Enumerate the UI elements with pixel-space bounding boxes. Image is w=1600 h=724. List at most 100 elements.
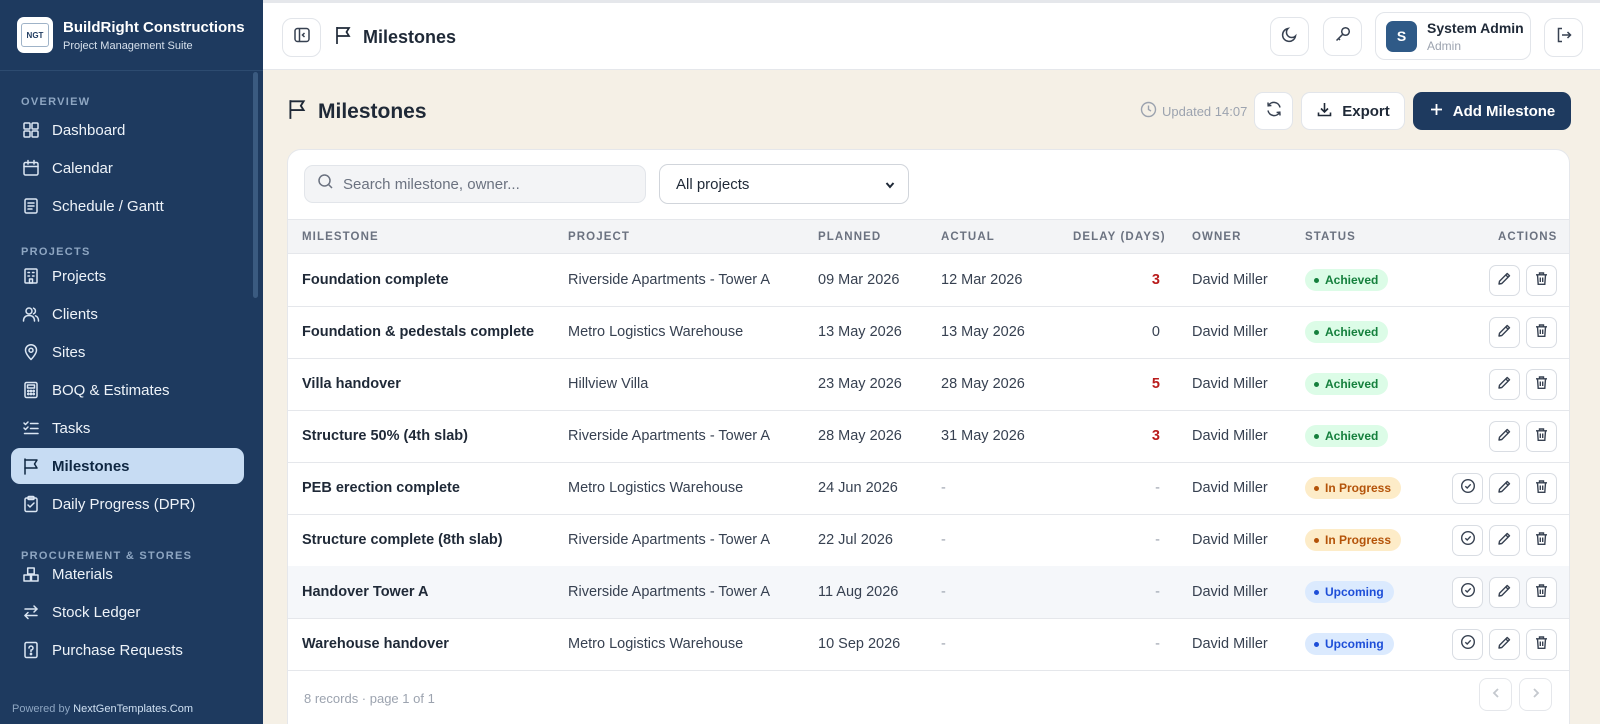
sidebar-item-calendar[interactable]: Calendar [11, 150, 244, 186]
delete-button[interactable] [1526, 317, 1557, 348]
edit-button[interactable] [1489, 473, 1520, 504]
section-label-projects: PROJECTS [21, 246, 91, 258]
mark-achieved-button[interactable] [1452, 577, 1483, 608]
toggle-sidebar-button[interactable] [282, 18, 321, 57]
cell-milestone: PEB erection complete [302, 480, 460, 496]
project-select[interactable]: All projects [659, 164, 909, 204]
sidebar-item-label: Tasks [52, 419, 91, 437]
delete-button[interactable] [1526, 629, 1557, 660]
powered-prefix: Powered by [12, 703, 71, 715]
status-badge-label: In Progress [1325, 481, 1392, 495]
status-badge: Achieved [1305, 269, 1389, 291]
sidebar-item-schedule-gantt[interactable]: Schedule / Gantt [11, 188, 244, 224]
cell-milestone: Structure 50% (4th slab) [302, 428, 468, 444]
refresh-button[interactable] [1254, 92, 1293, 130]
edit-button[interactable] [1489, 577, 1520, 608]
sidebar-item-stock-ledger[interactable]: Stock Ledger [11, 594, 244, 630]
cell-milestone: Villa handover [302, 376, 401, 392]
edit-button[interactable] [1489, 317, 1520, 348]
brand-name: BuildRight Constructions [63, 18, 245, 36]
column-header-owner[interactable]: OWNER [1192, 231, 1242, 243]
table-row[interactable]: Warehouse handover Metro Logistics Wareho… [288, 618, 1569, 671]
check-circle-icon [1460, 582, 1476, 603]
sidebar-item-purchase-requests[interactable]: Purchase Requests [11, 632, 244, 668]
sidebar-item-sites[interactable]: Sites [11, 334, 244, 370]
edit-button[interactable] [1489, 369, 1520, 400]
key-button[interactable] [1323, 17, 1362, 56]
user-name: System Admin [1427, 19, 1524, 36]
pencil-icon [1497, 531, 1512, 551]
table-row[interactable]: Foundation complete Riverside Apartments … [288, 254, 1569, 307]
export-button[interactable]: Export [1301, 92, 1405, 130]
sidebar-item-materials[interactable]: Materials [11, 556, 244, 592]
sidebar-item-daily-progress-dpr[interactable]: Daily Progress (DPR) [11, 486, 244, 522]
column-header-planned[interactable]: PLANNED [818, 231, 881, 243]
table-row[interactable]: PEB erection complete Metro Logistics War… [288, 462, 1569, 515]
cell-delay: 3 [1151, 272, 1160, 288]
column-header-milestone[interactable]: MILESTONE [302, 231, 379, 243]
cell-project: Riverside Apartments - Tower A [568, 428, 771, 444]
sidebar-item-label: Calendar [52, 159, 113, 177]
sidebar-item-projects[interactable]: Projects [11, 258, 244, 294]
delete-button[interactable] [1526, 473, 1557, 504]
cell-owner: David Miller [1192, 324, 1268, 340]
trash-icon [1534, 375, 1549, 395]
prev-page-button[interactable] [1479, 678, 1512, 711]
sidebar-item-milestones[interactable]: Milestones [11, 448, 244, 484]
status-badge-label: Achieved [1325, 429, 1379, 443]
column-header-status[interactable]: STATUS [1305, 231, 1356, 243]
table-row[interactable]: Handover Tower A Riverside Apartments - T… [288, 566, 1569, 619]
sidebar-scrollbar[interactable] [253, 72, 258, 298]
search-input[interactable] [343, 175, 623, 193]
delete-button[interactable] [1526, 577, 1557, 608]
sidebar-item-clients[interactable]: Clients [11, 296, 244, 332]
sidebar-item-tasks[interactable]: Tasks [11, 410, 244, 446]
plus-icon [1429, 102, 1444, 121]
status-badge: Upcoming [1305, 581, 1394, 603]
powered-link[interactable]: NextGenTemplates.Com [73, 703, 193, 715]
search-box[interactable] [304, 165, 646, 203]
mark-achieved-button[interactable] [1452, 525, 1483, 556]
sidebar-item-label: Purchase Requests [52, 641, 183, 659]
download-icon [1316, 101, 1333, 122]
mark-achieved-button[interactable] [1452, 629, 1483, 660]
schedule-icon [22, 197, 40, 215]
table-row[interactable]: Structure 50% (4th slab) Riverside Apartm… [288, 410, 1569, 463]
theme-toggle-button[interactable] [1270, 17, 1309, 56]
brand-subtitle: Project Management Suite [63, 39, 193, 52]
calculator-icon [22, 381, 40, 399]
table-row[interactable]: Foundation & pedestals complete Metro Log… [288, 306, 1569, 359]
edit-button[interactable] [1489, 265, 1520, 296]
table-row[interactable]: Structure complete (8th slab) Riverside A… [288, 514, 1569, 567]
logout-button[interactable] [1544, 18, 1583, 57]
status-badge-label: Achieved [1325, 377, 1379, 391]
sidebar-item-boq-estimates[interactable]: BOQ & Estimates [11, 372, 244, 408]
edit-button[interactable] [1489, 629, 1520, 660]
status-dot [1314, 329, 1319, 335]
delete-button[interactable] [1526, 265, 1557, 296]
cell-owner: David Miller [1192, 480, 1268, 496]
cell-actual: 31 May 2026 [941, 428, 1025, 444]
cell-project: Metro Logistics Warehouse [568, 324, 744, 340]
column-header-actual[interactable]: ACTUAL [941, 231, 995, 243]
sidebar-item-dashboard[interactable]: Dashboard [11, 112, 244, 148]
calendar-icon [22, 159, 40, 177]
user-menu[interactable]: S System Admin Admin [1375, 12, 1531, 60]
pagination-info: 8 records · page 1 of 1 [304, 691, 435, 706]
export-label: Export [1342, 102, 1390, 120]
checklist-icon [22, 419, 40, 437]
column-header-project[interactable]: PROJECT [568, 231, 630, 243]
delete-button[interactable] [1526, 525, 1557, 556]
next-page-button[interactable] [1519, 678, 1552, 711]
delete-button[interactable] [1526, 369, 1557, 400]
table-row[interactable]: Villa handover Hillview Villa 23 May 2026 2… [288, 358, 1569, 411]
cell-planned: 22 Jul 2026 [818, 532, 893, 548]
pencil-icon [1497, 271, 1512, 291]
add-milestone-button[interactable]: Add Milestone [1413, 92, 1571, 130]
chevron-left-icon [1490, 686, 1502, 704]
delete-button[interactable] [1526, 421, 1557, 452]
edit-button[interactable] [1489, 525, 1520, 556]
mark-achieved-button[interactable] [1452, 473, 1483, 504]
edit-button[interactable] [1489, 421, 1520, 452]
column-header-delay[interactable]: DELAY (DAYS) [1073, 231, 1166, 243]
